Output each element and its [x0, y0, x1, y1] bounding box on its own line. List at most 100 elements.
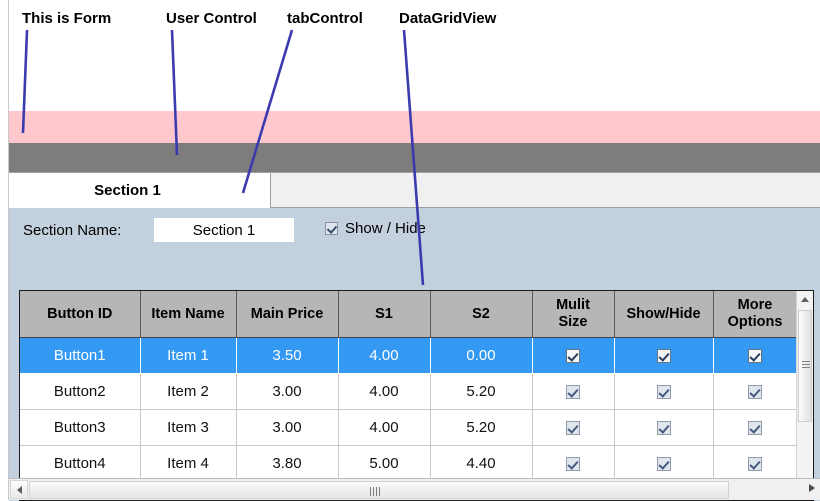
- column-header-text: Show/Hide: [626, 305, 701, 322]
- column-header-text: Item Name: [151, 305, 225, 322]
- tab-section-1[interactable]: Section 1: [9, 173, 271, 208]
- checkbox-mulit_size[interactable]: [566, 457, 580, 472]
- cell-show_hide[interactable]: [614, 445, 714, 482]
- column-header-text: S1: [375, 305, 393, 322]
- annotation-label-3: tabControl: [287, 10, 363, 27]
- cell-more_options[interactable]: [713, 373, 797, 410]
- cell-main_price[interactable]: 3.80: [236, 445, 339, 482]
- column-header-text: More: [737, 297, 773, 313]
- data-grid-header-row: Button ID Item Name Main Price S1 S2 Mulit Siz…: [20, 291, 797, 338]
- cell-item_name[interactable]: Item 2: [140, 373, 237, 410]
- column-header-5[interactable]: S2: [429, 291, 533, 338]
- cell-main_price[interactable]: 3.00: [236, 373, 339, 410]
- cell-more_options[interactable]: [713, 445, 797, 482]
- checkbox-show_hide[interactable]: [656, 385, 671, 400]
- cell-button_id[interactable]: Button3: [20, 409, 141, 446]
- cell-main_price[interactable]: 3.50: [236, 337, 339, 374]
- cell-s1[interactable]: 5.00: [338, 445, 431, 482]
- checkbox-more_options[interactable]: [748, 421, 762, 436]
- cell-button_id[interactable]: Button1: [20, 337, 141, 374]
- form-window: Section 1 Section Name: Show / Hide But: [8, 0, 820, 501]
- annotation-label-2: User Control: [166, 10, 257, 27]
- triangle-left-icon: [16, 485, 22, 494]
- data-grid-body: Button1 Item 1 3.50 4.00 0.00 Button2 Item 2 3.…: [20, 337, 797, 500]
- cell-button_id[interactable]: Button4: [20, 445, 141, 482]
- form-gray-band: [9, 143, 820, 172]
- column-header-text: Main Price: [250, 305, 324, 322]
- column-header-4[interactable]: S1: [337, 291, 431, 338]
- form-pink-band: [9, 111, 820, 143]
- checkbox-mulit_size[interactable]: [566, 421, 580, 436]
- cell-s1[interactable]: 4.00: [338, 373, 431, 410]
- grid-vertical-scrollbar[interactable]: [796, 291, 813, 500]
- cell-mulit_size[interactable]: [532, 445, 615, 482]
- grip-icon: [370, 487, 381, 496]
- column-header-text: S2: [472, 305, 490, 322]
- grip-icon: [802, 361, 810, 370]
- show-hide-label: Show / Hide: [345, 220, 426, 237]
- column-header-7[interactable]: Show/Hide: [613, 291, 714, 338]
- column-header-2[interactable]: Item Name: [139, 291, 237, 338]
- checkbox-more_options[interactable]: [748, 457, 762, 472]
- table-row[interactable]: Button2 Item 2 3.00 4.00 5.20: [20, 373, 797, 410]
- cell-main_price[interactable]: 3.00: [236, 409, 339, 446]
- cell-s2[interactable]: 5.20: [430, 373, 533, 410]
- cell-s2[interactable]: 4.40: [430, 445, 533, 482]
- column-header-text: Size: [558, 314, 588, 330]
- checkbox-show_hide[interactable]: [656, 457, 671, 472]
- checkbox-show_hide[interactable]: [656, 349, 671, 364]
- checkbox-more_options[interactable]: [748, 349, 762, 364]
- cell-more_options[interactable]: [713, 409, 797, 446]
- horizontal-scroll-thumb[interactable]: [29, 481, 729, 499]
- triangle-up-icon: [801, 297, 809, 302]
- cell-s1[interactable]: 4.00: [338, 409, 431, 446]
- cell-s2[interactable]: 0.00: [430, 337, 533, 374]
- table-row[interactable]: Button4 Item 4 3.80 5.00 4.40: [20, 445, 797, 482]
- annotation-label-4: DataGridView: [399, 10, 497, 27]
- column-header-text: Options: [727, 314, 783, 330]
- cell-show_hide[interactable]: [614, 337, 714, 374]
- column-header-3[interactable]: Main Price: [235, 291, 339, 338]
- annotation-label-1: This is Form: [22, 10, 112, 27]
- cell-item_name[interactable]: Item 4: [140, 445, 237, 482]
- checkbox-mulit_size[interactable]: [566, 385, 580, 400]
- table-row[interactable]: Button1 Item 1 3.50 4.00 0.00: [20, 337, 797, 374]
- section-name-row: Section Name: Show / Hide: [9, 218, 820, 248]
- column-header-text: Button ID: [47, 305, 113, 322]
- form-horizontal-scrollbar[interactable]: [9, 478, 820, 500]
- cell-s2[interactable]: 5.20: [430, 409, 533, 446]
- cell-show_hide[interactable]: [614, 373, 714, 410]
- cell-more_options[interactable]: [713, 337, 797, 374]
- column-header-text: Mulit: [556, 297, 590, 313]
- data-grid-view[interactable]: Button ID Item Name Main Price S1 S2 Mulit Siz…: [19, 290, 814, 501]
- user-control: Section 1 Section Name: Show / Hide But: [9, 172, 820, 501]
- cell-item_name[interactable]: Item 1: [140, 337, 237, 374]
- scroll-left-button[interactable]: [10, 480, 28, 499]
- show-hide-checkbox[interactable]: [325, 222, 338, 235]
- data-grid-table: Button ID Item Name Main Price S1 S2 Mulit Siz…: [20, 291, 797, 500]
- tab-page-section-1: Section Name: Show / Hide Button ID Item …: [9, 208, 820, 501]
- section-name-label: Section Name:: [23, 222, 122, 239]
- scroll-up-button[interactable]: [797, 291, 813, 308]
- cell-show_hide[interactable]: [614, 409, 714, 446]
- tab-control: Section 1: [9, 173, 820, 208]
- data-grid-viewport: Button ID Item Name Main Price S1 S2 Mulit Siz…: [20, 291, 797, 500]
- section-name-input[interactable]: [154, 218, 294, 242]
- cell-s1[interactable]: 4.00: [338, 337, 431, 374]
- cell-mulit_size[interactable]: [532, 373, 615, 410]
- tab-section-1-label: Section 1: [94, 182, 161, 199]
- triangle-right-icon[interactable]: [809, 484, 815, 492]
- show-hide-checkbox-group[interactable]: Show / Hide: [325, 220, 426, 237]
- column-header-8[interactable]: More Options: [712, 291, 797, 338]
- column-header-1[interactable]: Button ID: [20, 291, 141, 338]
- cell-mulit_size[interactable]: [532, 337, 615, 374]
- cell-item_name[interactable]: Item 3: [140, 409, 237, 446]
- checkbox-mulit_size[interactable]: [566, 349, 580, 364]
- column-header-6[interactable]: Mulit Size: [531, 291, 615, 338]
- cell-mulit_size[interactable]: [532, 409, 615, 446]
- checkbox-more_options[interactable]: [748, 385, 762, 400]
- vertical-scroll-thumb[interactable]: [798, 310, 812, 422]
- table-row[interactable]: Button3 Item 3 3.00 4.00 5.20: [20, 409, 797, 446]
- cell-button_id[interactable]: Button2: [20, 373, 141, 410]
- checkbox-show_hide[interactable]: [656, 421, 671, 436]
